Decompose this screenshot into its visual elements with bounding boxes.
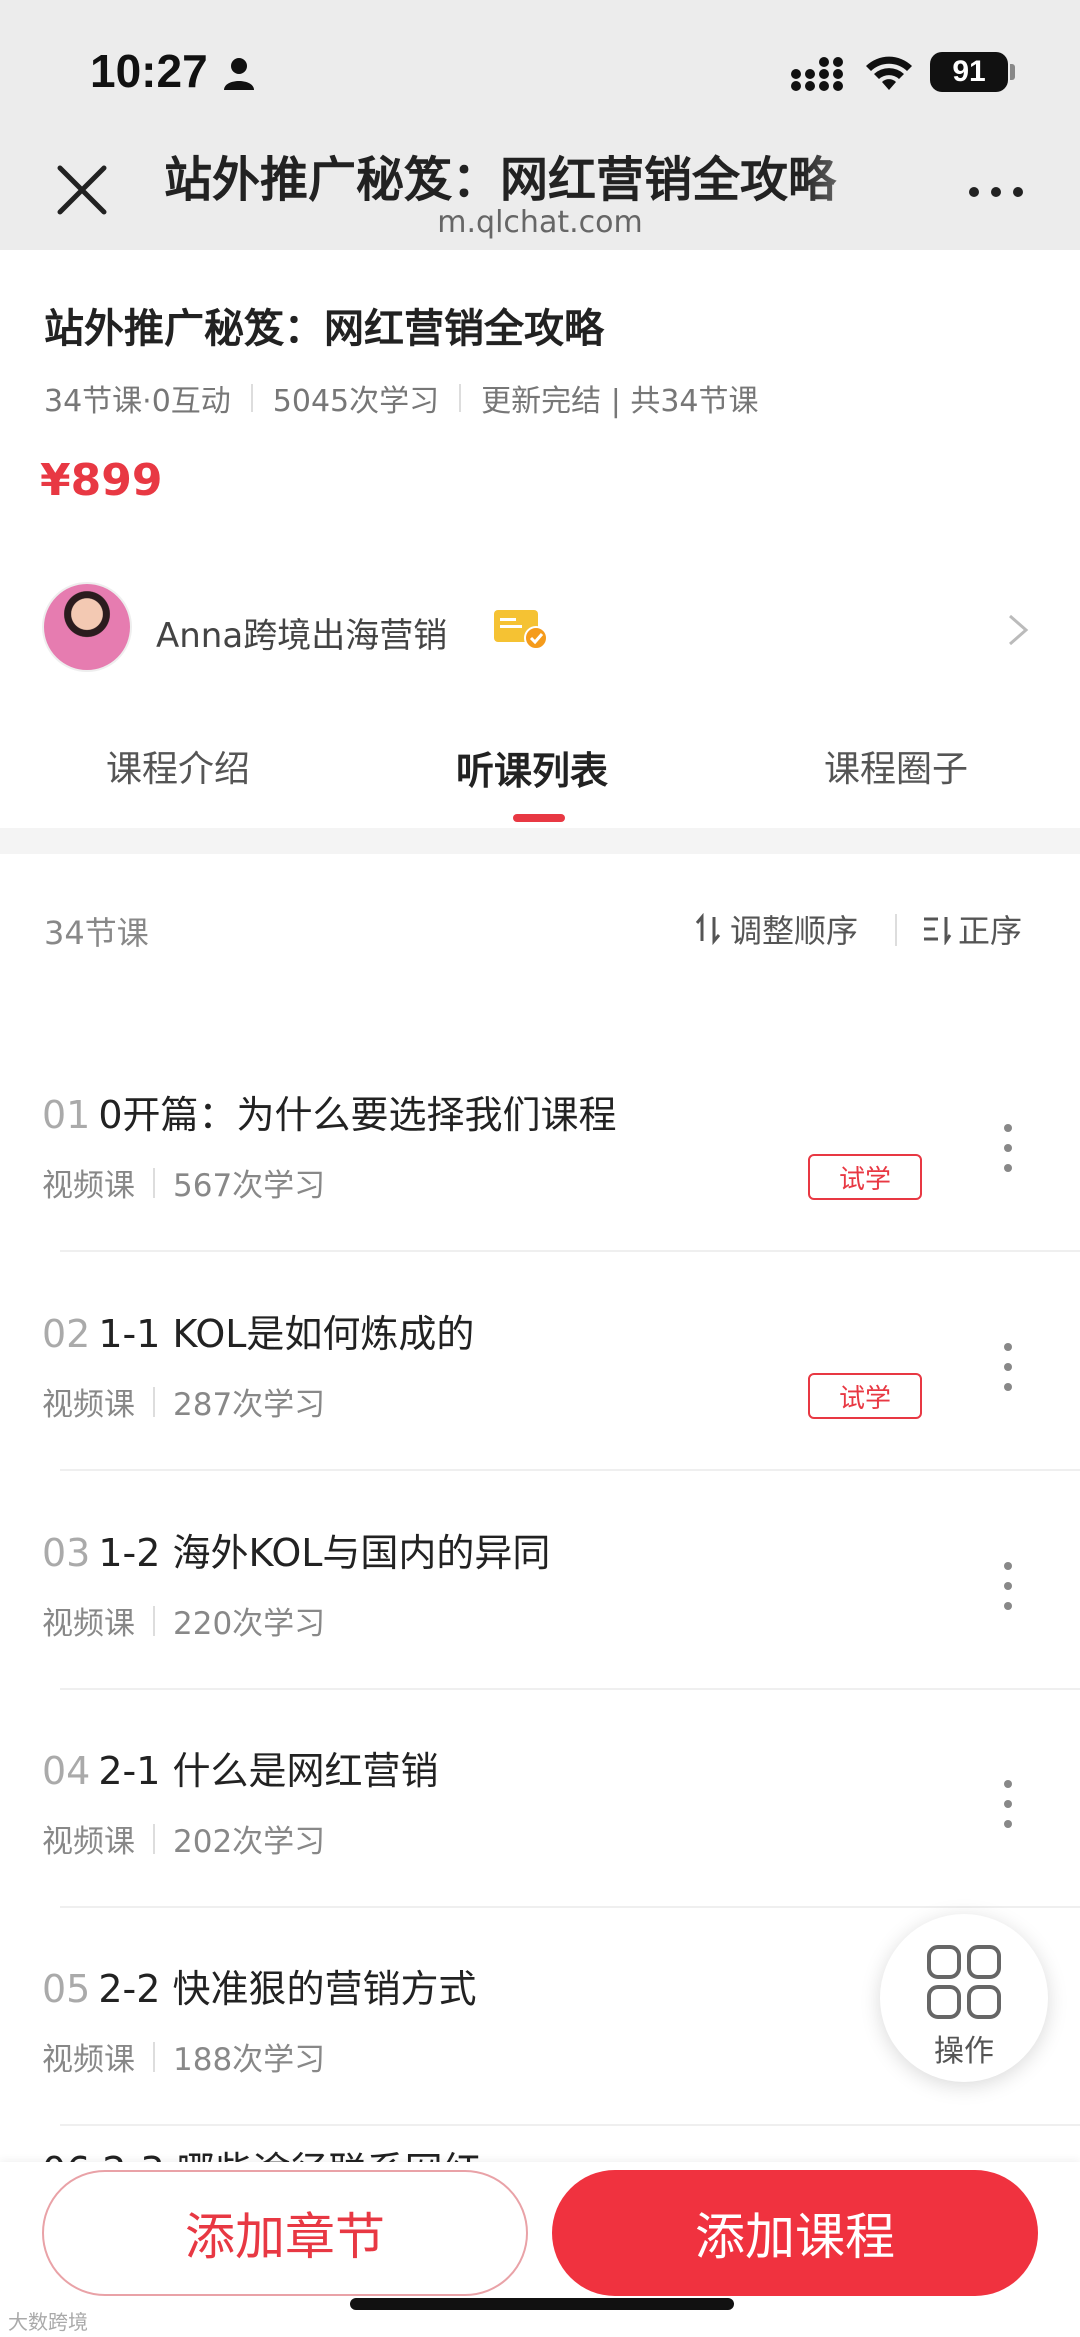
- wifi-icon: [866, 56, 912, 90]
- lesson-type: 视频课: [42, 1168, 135, 1204]
- section-divider: [0, 828, 1080, 854]
- active-tab-indicator: [513, 814, 565, 822]
- lesson-row[interactable]: 04 2-1 什么是网红营销 视频课 202次学习: [0, 1690, 1080, 1908]
- lesson-title-text: 2-1 什么是网红营销: [98, 1749, 439, 1793]
- browser-page-title: 站外推广秘笈：网红营销全攻略: [164, 152, 837, 208]
- lesson-number: 01: [42, 1093, 91, 1137]
- course-meta: 34节课·0互动 5045次学习 更新完结 | 共34节课: [44, 376, 759, 420]
- lesson-title: 01 0开篇：为什么要选择我们课程: [42, 1084, 617, 1139]
- meta-views: 5045次学习: [272, 384, 440, 419]
- battery-indicator: 91: [930, 52, 1008, 92]
- lesson-meta: 视频课 220次学习: [42, 1598, 325, 1643]
- meta-divider: [153, 1823, 155, 1854]
- trial-badge: 试学: [808, 1154, 922, 1200]
- lesson-count: 34节课: [44, 914, 149, 952]
- lesson-row[interactable]: 02 1-1 KOL是如何炼成的 视频课 287次学习 试学: [0, 1253, 1080, 1471]
- tab-course-circle[interactable]: 课程圈子: [824, 740, 968, 792]
- signal-icon: [791, 57, 843, 91]
- more-icon[interactable]: [966, 182, 1026, 202]
- course-price: ¥899: [40, 455, 163, 506]
- lesson-title-text: 0开篇：为什么要选择我们课程: [98, 1093, 617, 1137]
- trial-badge: 试学: [808, 1373, 922, 1419]
- avatar: [42, 582, 132, 672]
- add-chapter-button[interactable]: 添加章节: [42, 2170, 528, 2296]
- lesson-type: 视频课: [42, 1824, 135, 1860]
- lesson-title: 05 2-2 快准狠的营销方式: [42, 1958, 477, 2013]
- lesson-meta: 视频课 567次学习: [42, 1160, 325, 1205]
- meta-status: 更新完结 | 共34节课: [481, 384, 759, 419]
- tab-lesson-list[interactable]: 听课列表: [456, 740, 608, 795]
- tab-course-intro[interactable]: 课程介绍: [106, 740, 250, 792]
- url-text: m.qlchat.com: [437, 205, 643, 240]
- lesson-row[interactable]: 03 1-2 海外KOL与国内的异同 视频课 220次学习: [0, 1472, 1080, 1690]
- lesson-type: 视频课: [42, 2042, 135, 2078]
- chevron-right-icon: [1009, 614, 1029, 646]
- lesson-meta: 视频课 188次学习: [42, 2034, 325, 2079]
- lesson-meta: 视频课 202次学习: [42, 1816, 325, 1861]
- home-indicator: [350, 2298, 734, 2310]
- lesson-type: 视频课: [42, 1387, 135, 1423]
- meta-divider: [153, 1386, 155, 1417]
- reorder-button[interactable]: 调整顺序: [694, 906, 858, 952]
- lesson-meta: 视频课 287次学习: [42, 1379, 325, 1424]
- meta-lessons: 34节课·0互动: [44, 384, 231, 419]
- watermark-text: 大数跨境: [8, 2310, 88, 2334]
- lesson-number: 03: [42, 1531, 91, 1575]
- row-divider: [60, 2124, 1080, 2126]
- meta-divider: [153, 1167, 155, 1198]
- course-title: 站外推广秘笈：网红营销全攻略: [44, 306, 604, 352]
- lesson-number: 04: [42, 1749, 91, 1793]
- lesson-views: 220次学习: [173, 1606, 326, 1642]
- grid-icon: [927, 1945, 1001, 2019]
- lesson-views: 287次学习: [173, 1387, 326, 1423]
- lesson-title-text: 2-2 快准狠的营销方式: [98, 1967, 477, 2011]
- browser-header: 10:27 91 站外推广秘笈：网红营销全攻略 m.qlchat.com: [0, 0, 1080, 250]
- status-time: 10:27: [90, 45, 208, 97]
- battery-tip: [1010, 64, 1015, 80]
- lesson-title: 04 2-1 什么是网红营销: [42, 1740, 439, 1795]
- lesson-type: 视频课: [42, 1606, 135, 1642]
- list-header-divider: [895, 914, 897, 946]
- kebab-menu-icon[interactable]: [998, 1122, 1018, 1174]
- reorder-label: 调整顺序: [730, 912, 859, 950]
- sort-button[interactable]: 正序: [922, 906, 1022, 952]
- lesson-title: 03 1-2 海外KOL与国内的异同: [42, 1522, 550, 1577]
- meta-divider: [153, 2041, 155, 2072]
- fab-label: 操作: [934, 2034, 994, 2069]
- lesson-row[interactable]: 01 0开篇：为什么要选择我们课程 视频课 567次学习 试学: [0, 1034, 1080, 1252]
- kebab-menu-icon[interactable]: [998, 1560, 1018, 1612]
- meta-divider: [459, 384, 462, 412]
- watermark: 大数跨境: [8, 2306, 88, 2335]
- lesson-views: 567次学习: [173, 1168, 326, 1204]
- row-divider: [60, 1469, 1080, 1471]
- lesson-number: 02: [42, 1312, 91, 1356]
- kebab-menu-icon[interactable]: [998, 1341, 1018, 1393]
- reorder-icon: [695, 913, 721, 945]
- teacher-name: Anna跨境出海营销: [156, 616, 448, 656]
- add-course-button[interactable]: 添加课程: [552, 2170, 1038, 2296]
- row-divider: [60, 1250, 1080, 1252]
- person-icon: [224, 58, 254, 90]
- bottom-action-bar: 添加章节 添加课程: [0, 2162, 1080, 2337]
- sort-label: 正序: [958, 912, 1023, 950]
- verified-badge-icon: [494, 610, 548, 650]
- teacher-row[interactable]: Anna跨境出海营销: [0, 578, 1080, 678]
- lesson-title-text: 1-2 海外KOL与国内的异同: [98, 1531, 551, 1575]
- meta-divider: [250, 384, 253, 412]
- kebab-menu-icon[interactable]: [998, 1778, 1018, 1830]
- lesson-number: 05: [42, 1967, 91, 2011]
- meta-divider: [153, 1605, 155, 1636]
- lesson-views: 202次学习: [173, 1824, 326, 1860]
- lesson-title: 02 1-1 KOL是如何炼成的: [42, 1303, 474, 1358]
- lesson-views: 188次学习: [173, 2042, 326, 2078]
- tab-bar: 课程介绍 听课列表 课程圈子: [0, 720, 1080, 822]
- actions-fab[interactable]: 操作: [880, 1914, 1048, 2082]
- sort-icon: [924, 917, 952, 945]
- lesson-title-text: 1-1 KOL是如何炼成的: [98, 1312, 475, 1356]
